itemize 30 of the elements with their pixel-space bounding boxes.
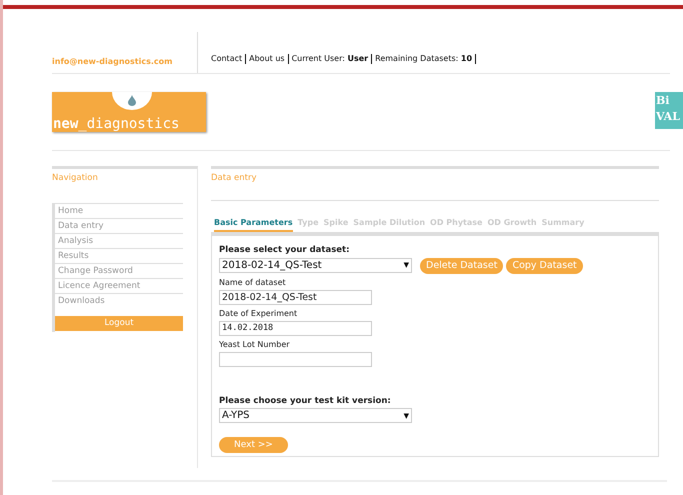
- input-field[interactable]: 14.02.2018: [219, 320, 372, 336]
- logo: new_diagnostics: [52, 92, 206, 132]
- nav-item[interactable]: Licence Agreement: [55, 278, 183, 293]
- input-field[interactable]: 2018-02-14_QS-Test: [219, 290, 372, 304]
- field-label: Name of dataset: [219, 276, 287, 288]
- tab[interactable]: Basic Parameters: [214, 216, 293, 232]
- header-link[interactable]: Contact: [211, 53, 242, 65]
- drop-icon: [112, 92, 152, 110]
- kit-label: Please choose your test kit version:: [219, 394, 392, 408]
- field-label: Yeast Lot Number: [219, 338, 291, 350]
- header-link[interactable]: About us: [249, 53, 285, 65]
- nav-item[interactable]: Analysis: [55, 232, 183, 248]
- field-label: Date of Experiment: [219, 308, 298, 320]
- dataset-button[interactable]: Copy Dataset: [506, 258, 583, 274]
- nav-item[interactable]: Change Password: [55, 262, 183, 278]
- nav-item[interactable]: Home: [55, 202, 183, 218]
- input-field[interactable]: [219, 352, 372, 366]
- dataset-button[interactable]: Delete Dataset: [420, 258, 504, 274]
- partner-logo: Bi VAL: [655, 92, 683, 129]
- nav-item[interactable]: Results: [55, 248, 183, 263]
- navigation-title: Navigation: [52, 172, 99, 185]
- content-title: Data entry: [211, 172, 659, 201]
- header-info: Current User: User: [292, 53, 368, 65]
- logout-button[interactable]: Logout: [55, 316, 183, 331]
- header-info: Remaining Datasets: 10: [375, 53, 472, 65]
- next-button[interactable]: Next >>: [219, 437, 288, 454]
- nav-item[interactable]: Downloads: [55, 292, 183, 308]
- email-link[interactable]: info@new-diagnostics.com: [52, 57, 172, 66]
- nav-item[interactable]: Data entry: [55, 218, 183, 233]
- dataset-label: Please select your dataset:: [219, 244, 350, 256]
